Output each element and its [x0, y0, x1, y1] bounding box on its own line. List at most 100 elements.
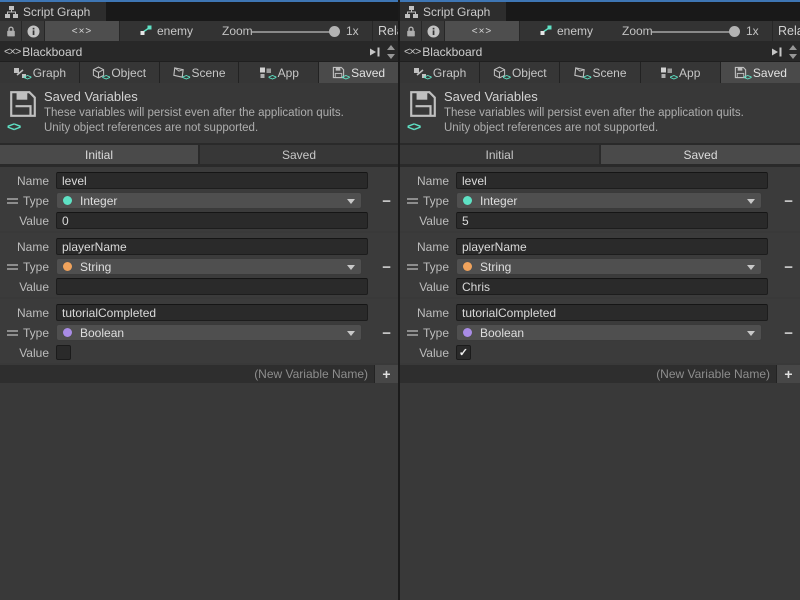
type-color-dot-icon	[63, 196, 72, 205]
variable-name-input[interactable]	[456, 304, 768, 321]
tab-saved-values[interactable]: Saved	[200, 145, 398, 164]
code-badge-icon	[744, 74, 751, 82]
relations-button[interactable]: Rela	[778, 21, 800, 41]
graph-breadcrumb-enemy[interactable]: enemy	[538, 21, 593, 41]
zoom-slider-track[interactable]	[652, 31, 734, 33]
remove-variable-button[interactable]: −	[382, 260, 391, 275]
graph-breadcrumb-enemy[interactable]: enemy	[138, 21, 193, 41]
variable-name-input[interactable]	[456, 238, 768, 255]
info-button[interactable]	[22, 21, 45, 41]
type-dropdown[interactable]: Boolean	[456, 324, 762, 341]
tab-script-graph[interactable]: Script Graph	[400, 2, 506, 21]
remove-variable-button[interactable]: −	[382, 194, 391, 209]
lock-button[interactable]	[400, 21, 422, 41]
tab-initial[interactable]: Initial	[400, 145, 599, 164]
drag-handle-icon[interactable]	[407, 264, 418, 270]
type-dropdown[interactable]: Integer	[56, 192, 362, 209]
tab-bar: Script Graph	[0, 2, 398, 21]
tab-initial[interactable]: Initial	[0, 145, 198, 164]
zoom-slider-handle[interactable]	[729, 26, 740, 37]
variable-name-input[interactable]	[456, 172, 768, 189]
scroll-up-icon[interactable]	[789, 45, 797, 50]
tab-scene[interactable]: Scene	[560, 62, 640, 83]
name-label: Name	[400, 174, 456, 188]
variable-name-input[interactable]	[56, 238, 368, 255]
type-color-dot-icon	[63, 262, 72, 271]
scroll-up-icon[interactable]	[387, 45, 395, 50]
drag-handle-icon[interactable]	[7, 330, 18, 336]
remove-variable-button[interactable]: −	[784, 326, 793, 341]
type-dropdown[interactable]: Boolean	[56, 324, 362, 341]
panel-scroll-spinner[interactable]	[387, 45, 395, 59]
code-badge-icon	[342, 74, 349, 82]
graph-toolbar: <×> enemy Zoom 1x Rela	[400, 21, 800, 42]
type-dropdown[interactable]: String	[56, 258, 362, 275]
variable-value-input[interactable]	[456, 212, 768, 229]
value-checkbox[interactable]: ✓	[456, 345, 471, 360]
graph-breadcrumb-label: enemy	[557, 24, 593, 38]
variable-value-input[interactable]	[56, 212, 368, 229]
section-description-line2: Unity object references are not supporte…	[44, 122, 258, 134]
dock-panel-icon[interactable]	[368, 46, 381, 58]
scroll-down-icon[interactable]	[789, 54, 797, 59]
lock-button[interactable]	[0, 21, 22, 41]
tab-script-graph[interactable]: Script Graph	[0, 2, 106, 21]
scroll-down-icon[interactable]	[387, 54, 395, 59]
chevron-down-icon	[747, 331, 755, 336]
remove-variable-button[interactable]: −	[382, 326, 391, 341]
panel-scroll-spinner[interactable]	[789, 45, 797, 59]
zoom-slider-handle[interactable]	[329, 26, 340, 37]
tab-saved-values[interactable]: Saved	[601, 145, 800, 164]
new-variable-name-input[interactable]	[0, 365, 374, 383]
tab-saved[interactable]: Saved	[319, 62, 398, 83]
drag-handle-icon[interactable]	[407, 198, 418, 204]
object-cube-icon	[493, 66, 506, 79]
type-dropdown[interactable]: String	[456, 258, 762, 275]
relations-button[interactable]: Rela	[378, 21, 400, 41]
drag-handle-icon[interactable]	[7, 198, 18, 204]
variable-name-input[interactable]	[56, 304, 368, 321]
variable-value-input[interactable]	[456, 278, 768, 295]
remove-variable-button[interactable]: −	[784, 260, 793, 275]
tab-scene[interactable]: Scene	[160, 62, 240, 83]
variable-value-input[interactable]	[56, 278, 368, 295]
code-badge-icon	[583, 74, 590, 82]
code-view-toggle-button[interactable]: <×>	[45, 21, 120, 41]
value-label: Value	[0, 280, 56, 294]
variable-scope-tabs: Graph Object Scene	[0, 62, 398, 83]
graph-hierarchy-icon	[5, 6, 18, 18]
add-variable-button[interactable]: +	[776, 365, 800, 383]
tab-saved-label: Saved	[351, 66, 385, 80]
zoom-slider-track[interactable]	[252, 31, 334, 33]
tab-saved-label: Saved	[753, 66, 787, 80]
add-variable-button[interactable]: +	[374, 365, 398, 383]
code-view-toggle-button[interactable]: <×>	[445, 21, 520, 41]
new-variable-name-input[interactable]	[400, 365, 776, 383]
saved-floppy-icon	[734, 66, 747, 79]
tab-graph[interactable]: Graph	[400, 62, 480, 83]
chevron-down-icon	[347, 331, 355, 336]
tab-graph[interactable]: Graph	[0, 62, 80, 83]
dock-panel-icon[interactable]	[770, 46, 783, 58]
variable-row-tutorialCompleted: Name Type Boolean Value ✓ −	[400, 299, 800, 363]
scene-icon	[573, 66, 586, 79]
type-dropdown[interactable]: Integer	[456, 192, 762, 209]
tab-object[interactable]: Object	[80, 62, 160, 83]
variable-name-input[interactable]	[56, 172, 368, 189]
saved-variables-header: Saved Variables These variables will per…	[0, 83, 398, 143]
type-value: Integer	[80, 194, 117, 208]
scene-icon	[172, 66, 185, 79]
value-label: Value	[400, 280, 456, 294]
blackboard-code-icon: <×>	[404, 46, 420, 58]
drag-handle-icon[interactable]	[7, 264, 18, 270]
remove-variable-button[interactable]: −	[784, 194, 793, 209]
drag-handle-icon[interactable]	[407, 330, 418, 336]
info-button[interactable]	[422, 21, 445, 41]
blackboard-title: Blackboard	[422, 45, 482, 59]
tab-saved[interactable]: Saved	[721, 62, 800, 83]
variable-row-tutorialCompleted: Name Type Boolean Value −	[0, 299, 398, 363]
tab-app[interactable]: App	[641, 62, 721, 83]
tab-app[interactable]: App	[239, 62, 319, 83]
tab-object[interactable]: Object	[480, 62, 560, 83]
value-checkbox[interactable]	[56, 345, 71, 360]
